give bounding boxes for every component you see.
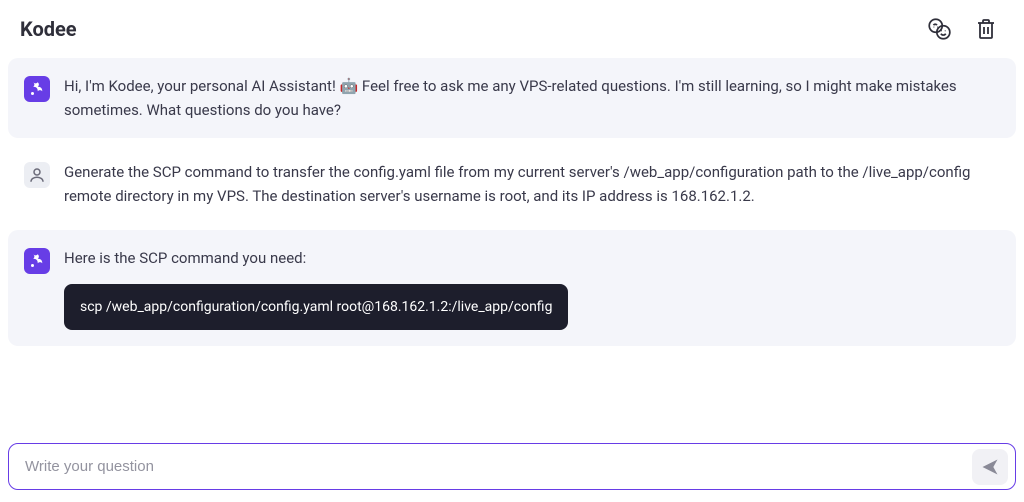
- send-icon: [980, 457, 1000, 477]
- bot-avatar-icon: [24, 248, 50, 274]
- bot-avatar-icon: [24, 76, 50, 102]
- delete-icon[interactable]: [974, 17, 998, 41]
- bot-message-text: Hi, I'm Kodee, your personal AI Assistan…: [64, 74, 996, 122]
- user-message-text: Generate the SCP command to transfer the…: [64, 160, 996, 208]
- chat-header: Kodee: [0, 0, 1024, 52]
- input-row: [8, 443, 1016, 490]
- bot-message: Here is the SCP command you need: scp /w…: [8, 230, 1016, 346]
- send-button[interactable]: [972, 449, 1008, 485]
- app-title: Kodee: [20, 17, 77, 41]
- code-block: scp /web_app/configuration/config.yaml r…: [64, 284, 568, 330]
- feedback-icon[interactable]: [926, 16, 952, 42]
- header-actions: [926, 16, 1004, 42]
- bot-message-body: Here is the SCP command you need: scp /w…: [64, 246, 996, 330]
- bot-reply-text: Here is the SCP command you need:: [64, 246, 996, 270]
- question-input[interactable]: [8, 443, 1016, 490]
- chat-area: Hi, I'm Kodee, your personal AI Assistan…: [0, 58, 1024, 346]
- user-avatar-icon: [24, 162, 50, 188]
- bot-message: Hi, I'm Kodee, your personal AI Assistan…: [8, 58, 1016, 138]
- user-message: Generate the SCP command to transfer the…: [8, 144, 1016, 224]
